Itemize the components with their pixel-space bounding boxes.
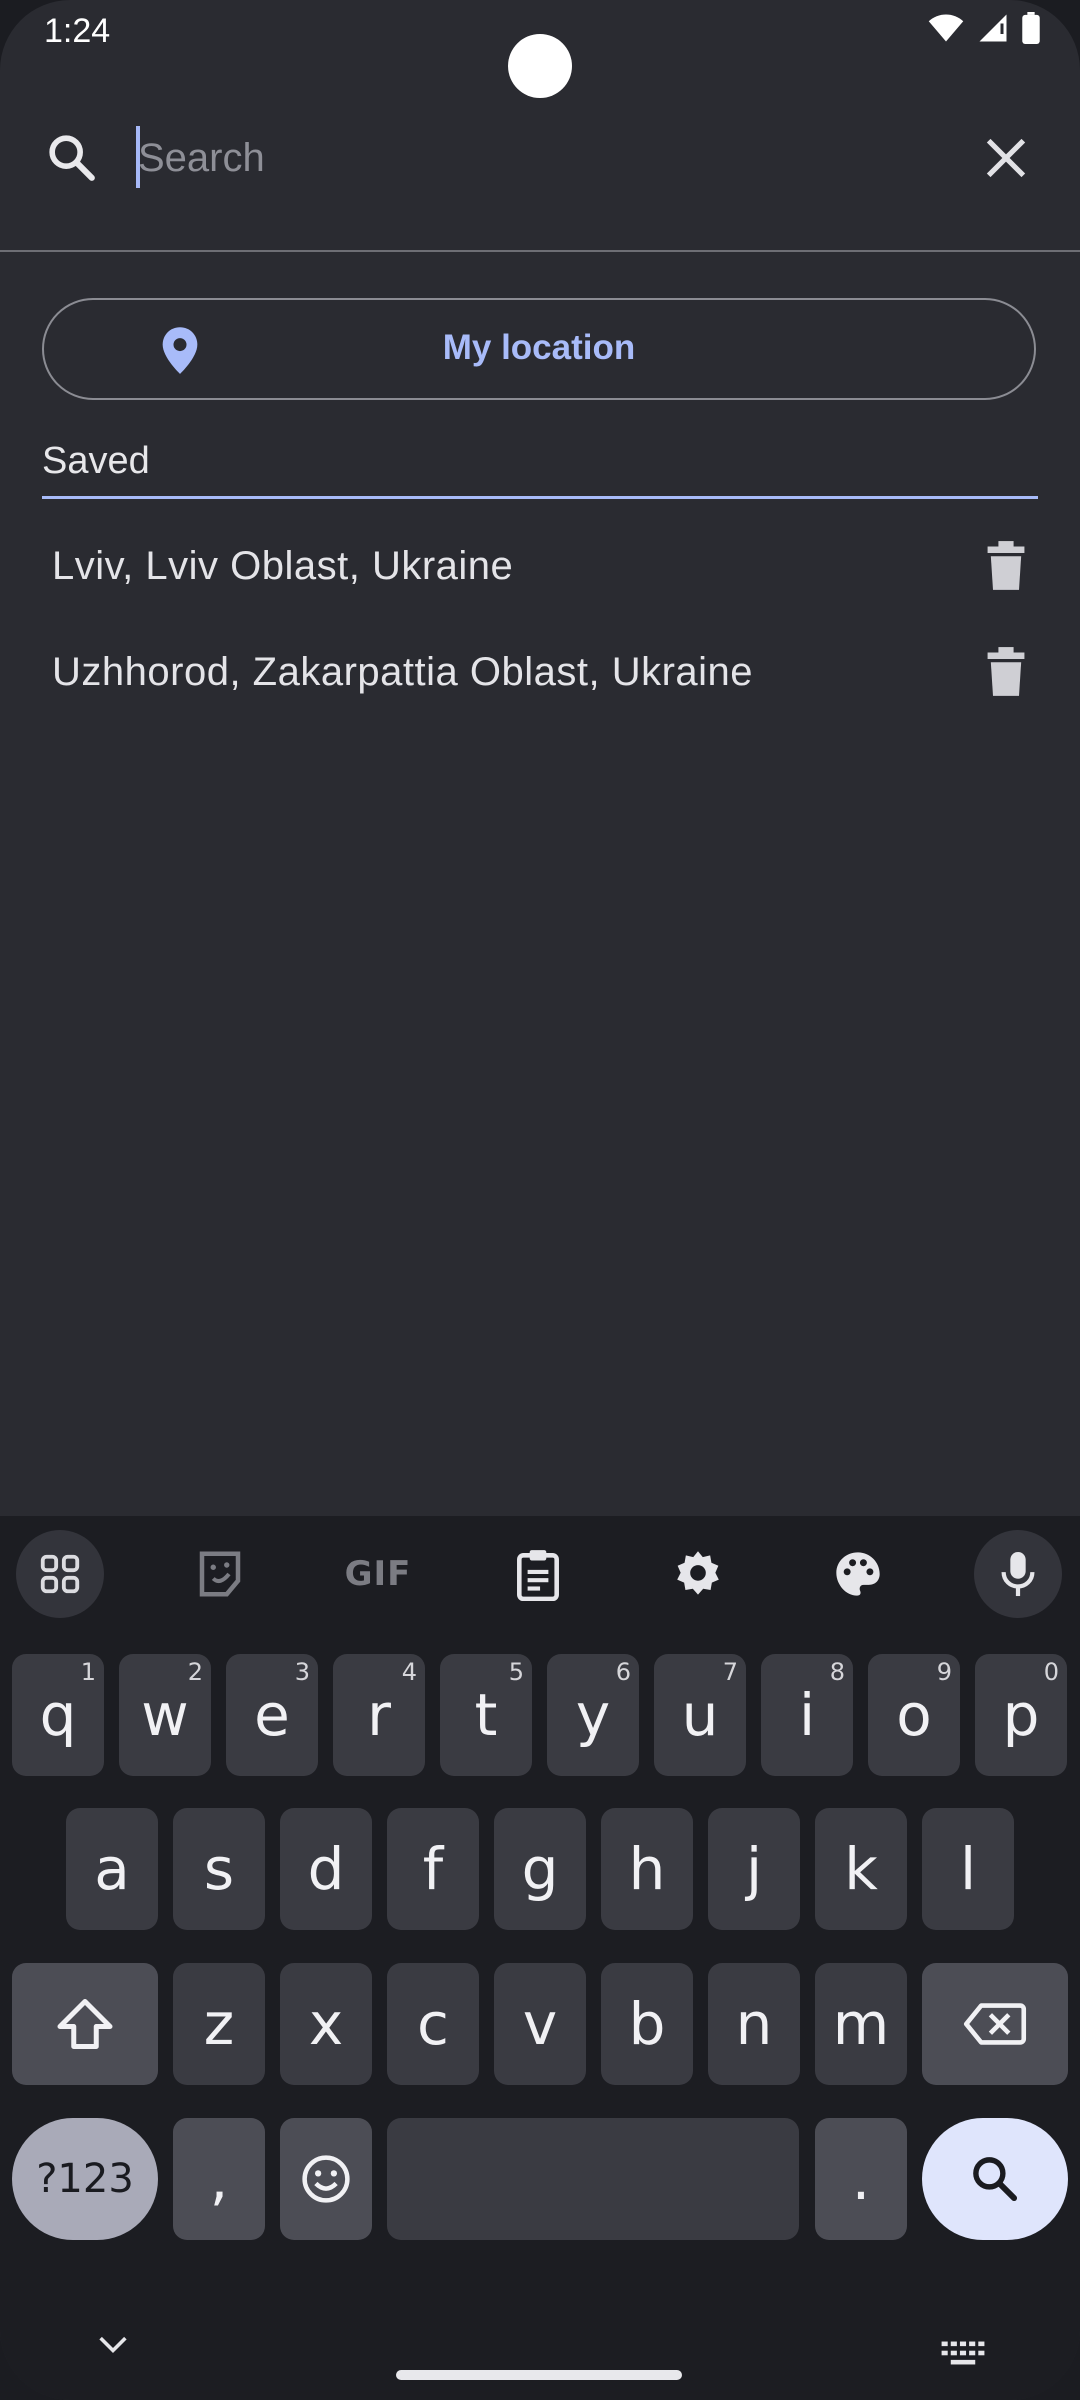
home-indicator[interactable] [396,2370,682,2380]
key-d[interactable]: d [280,1808,372,1930]
backspace-key[interactable] [922,1963,1068,2085]
microphone-icon[interactable] [974,1530,1062,1618]
sticker-icon[interactable] [176,1530,264,1618]
key-x[interactable]: x [280,1963,372,2085]
wifi-icon [928,14,964,42]
key-t[interactable]: t5 [440,1654,532,1776]
keyboard-switch-icon[interactable] [940,2340,986,2366]
palette-icon[interactable] [814,1530,902,1618]
battery-icon [1022,12,1040,44]
clipboard-icon[interactable] [494,1530,582,1618]
period-key[interactable]: . [815,2118,907,2240]
text-caret [136,126,140,188]
chevron-down-icon[interactable] [96,2334,130,2356]
saved-location-name: Lviv, Lviv Oblast, Ukraine [52,544,514,588]
my-location-label: My location [442,328,636,367]
key-p[interactable]: p0 [975,1654,1067,1776]
search-divider [0,250,1080,252]
key-o[interactable]: o9 [868,1654,960,1776]
key-u[interactable]: u7 [654,1654,746,1776]
close-icon[interactable] [980,132,1032,184]
status-time: 1:24 [44,12,111,50]
key-z[interactable]: z [173,1963,265,2085]
keyboard: GIF q 1 w 2 e 3 r 4 t 5 y 6 u 7 i 8 o 9 … [0,1516,1080,2400]
delete-icon[interactable] [982,646,1030,698]
key-g[interactable]: g [494,1808,586,1930]
gif-button[interactable]: GIF [334,1530,422,1618]
camera-cutout [508,34,572,98]
key-l[interactable]: l [922,1808,1014,1930]
my-location-button[interactable]: My location [42,298,1036,400]
symbols-key[interactable]: ?123 [12,2118,158,2240]
shift-key[interactable] [12,1963,158,2085]
search-icon [49,135,95,181]
status-icons [928,12,1040,44]
gif-label: GIF [344,1554,412,1594]
key-i[interactable]: i8 [761,1654,853,1776]
key-a[interactable]: a [66,1808,158,1930]
search-icon [973,2157,1018,2202]
app-screen: 1:24 My location [0,0,1080,2400]
backspace-icon [963,2003,1027,2045]
key-h[interactable]: h [601,1808,693,1930]
shift-icon [57,1999,113,2049]
key-b[interactable]: b [601,1963,693,2085]
saved-location-name: Uzhhorod, Zakarpattia Oblast, Ukraine [52,650,754,694]
emoji-key[interactable] [280,2118,372,2240]
list-item[interactable]: Uzhhorod, Zakarpattia Oblast, Ukraine [0,618,1080,724]
search-input[interactable] [136,122,940,194]
key-s[interactable]: s [173,1808,265,1930]
key-y[interactable]: y6 [547,1654,639,1776]
settings-icon[interactable] [654,1530,742,1618]
key-q[interactable]: q1 [12,1654,104,1776]
key-e[interactable]: e3 [226,1654,318,1776]
key-f[interactable]: f [387,1808,479,1930]
key-v[interactable]: v [494,1963,586,2085]
key-m[interactable]: m [815,1963,907,2085]
search-action-key[interactable] [922,2118,1068,2240]
key-w[interactable]: w2 [119,1654,211,1776]
emoji-icon [302,2155,350,2203]
key-k[interactable]: k [815,1808,907,1930]
key-j[interactable]: j [708,1808,800,1930]
key-n[interactable]: n [708,1963,800,2085]
keyboard-toolbar: GIF [0,1516,1080,1628]
saved-tab-label[interactable]: Saved [42,440,150,483]
delete-icon[interactable] [982,540,1030,592]
list-item[interactable]: Lviv, Lviv Oblast, Ukraine [0,512,1080,618]
space-key[interactable] [387,2118,799,2240]
key-r[interactable]: r4 [333,1654,425,1776]
cell-signal-icon [979,14,1007,42]
search-bar [0,100,1080,250]
apps-grid-icon[interactable] [16,1530,104,1618]
comma-key[interactable]: , [173,2118,265,2240]
saved-tab-indicator [42,496,1038,499]
key-c[interactable]: c [387,1963,479,2085]
